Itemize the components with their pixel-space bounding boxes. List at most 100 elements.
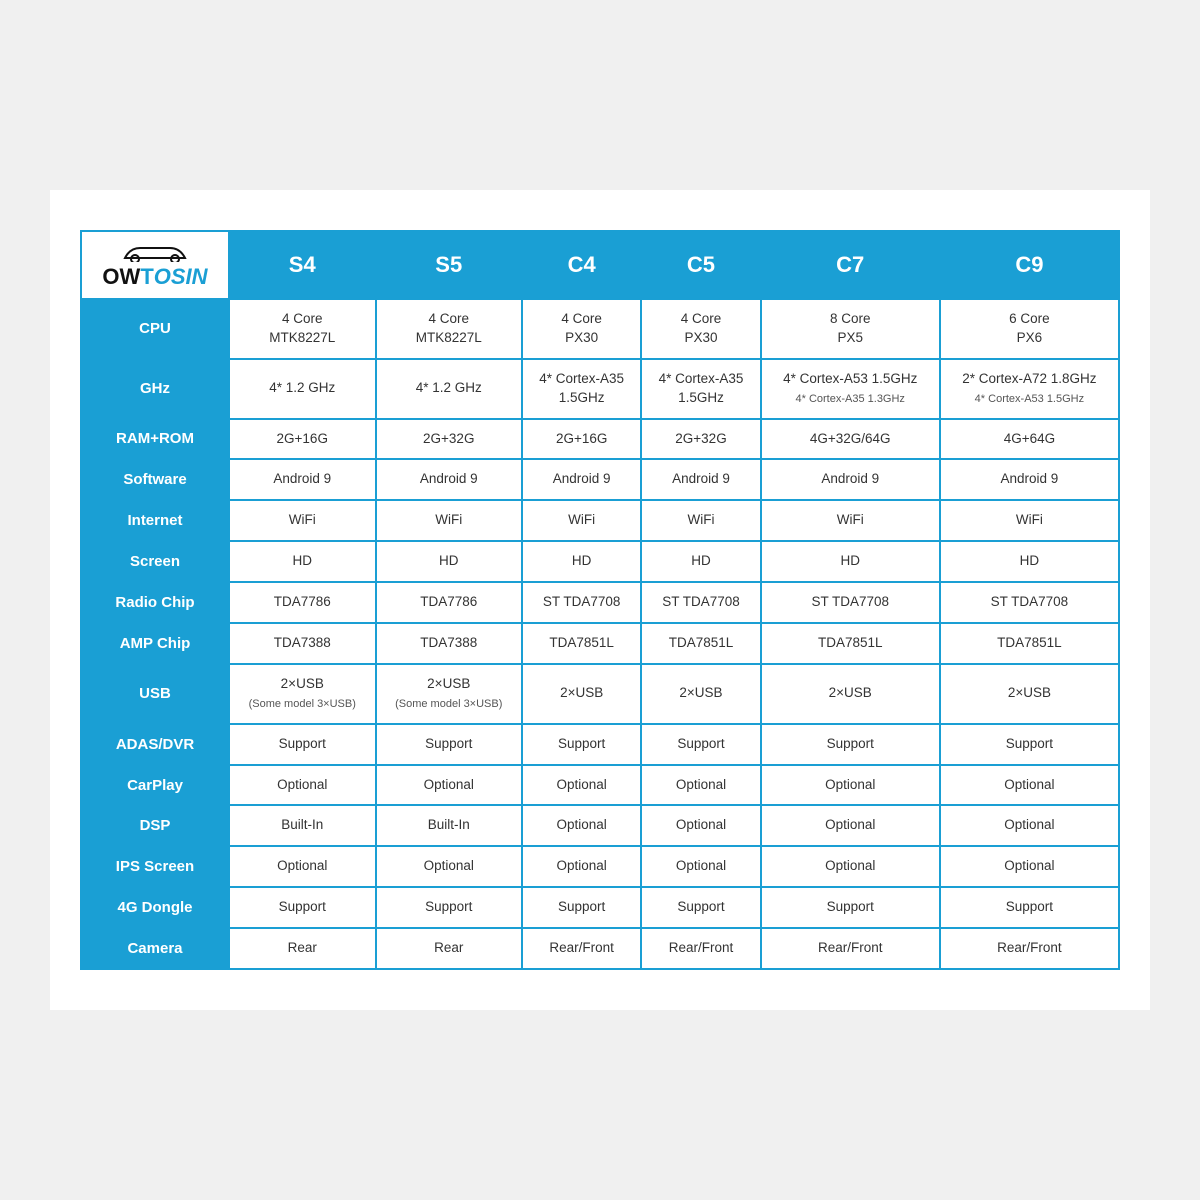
cell-13-1: Support — [376, 887, 523, 928]
cell-3-3: Android 9 — [641, 459, 760, 500]
table-row: Radio ChipTDA7786TDA7786ST TDA7708ST TDA… — [81, 582, 1119, 623]
table-row: GHz4* 1.2 GHz4* 1.2 GHz4* Cortex-A351.5G… — [81, 359, 1119, 419]
cell-3-2: Android 9 — [522, 459, 641, 500]
logo-cell: OWTOSIN — [81, 231, 229, 299]
cell-1-0: 4* 1.2 GHz — [229, 359, 376, 419]
cell-9-4: Support — [761, 724, 940, 765]
cell-3-4: Android 9 — [761, 459, 940, 500]
cell-14-4: Rear/Front — [761, 928, 940, 969]
cell-5-4: HD — [761, 541, 940, 582]
table-row: IPS ScreenOptionalOptionalOptionalOption… — [81, 846, 1119, 887]
cell-8-1: 2×USB(Some model 3×USB) — [376, 664, 523, 724]
row-label-4g-dongle: 4G Dongle — [81, 887, 229, 928]
cell-2-4: 4G+32G/64G — [761, 419, 940, 460]
cell-11-1: Built-In — [376, 805, 523, 846]
cell-0-5: 6 CorePX6 — [940, 299, 1119, 359]
logo-ow: OW — [102, 264, 140, 289]
cell-14-0: Rear — [229, 928, 376, 969]
cell-0-4: 8 CorePX5 — [761, 299, 940, 359]
logo-text: OWTOSIN — [102, 264, 207, 290]
cell-6-5: ST TDA7708 — [940, 582, 1119, 623]
cell-9-2: Support — [522, 724, 641, 765]
cell-11-4: Optional — [761, 805, 940, 846]
row-label-internet: Internet — [81, 500, 229, 541]
cell-0-3: 4 CorePX30 — [641, 299, 760, 359]
col-header-s4: S4 — [229, 231, 376, 299]
cell-7-4: TDA7851L — [761, 623, 940, 664]
cell-10-4: Optional — [761, 765, 940, 806]
logo-t: T — [140, 264, 153, 289]
cell-4-5: WiFi — [940, 500, 1119, 541]
cell-12-1: Optional — [376, 846, 523, 887]
cell-3-0: Android 9 — [229, 459, 376, 500]
cell-1-4: 4* Cortex-A53 1.5GHz4* Cortex-A35 1.3GHz — [761, 359, 940, 419]
cell-10-0: Optional — [229, 765, 376, 806]
cell-10-2: Optional — [522, 765, 641, 806]
cell-7-0: TDA7388 — [229, 623, 376, 664]
cell-10-1: Optional — [376, 765, 523, 806]
cell-14-3: Rear/Front — [641, 928, 760, 969]
cell-1-5: 2* Cortex-A72 1.8GHz4* Cortex-A53 1.5GHz — [940, 359, 1119, 419]
cell-2-0: 2G+16G — [229, 419, 376, 460]
cell-8-2: 2×USB — [522, 664, 641, 724]
cell-7-3: TDA7851L — [641, 623, 760, 664]
header-row: OWTOSIN S4 S5 C4 C5 C7 C9 — [81, 231, 1119, 299]
cell-5-1: HD — [376, 541, 523, 582]
cell-8-4: 2×USB — [761, 664, 940, 724]
col-header-c5: C5 — [641, 231, 760, 299]
cell-8-0: 2×USB(Some model 3×USB) — [229, 664, 376, 724]
cell-1-1: 4* 1.2 GHz — [376, 359, 523, 419]
cell-13-3: Support — [641, 887, 760, 928]
row-label-screen: Screen — [81, 541, 229, 582]
table-row: DSPBuilt-InBuilt-InOptionalOptionalOptio… — [81, 805, 1119, 846]
cell-5-0: HD — [229, 541, 376, 582]
cell-11-5: Optional — [940, 805, 1119, 846]
cell-12-0: Optional — [229, 846, 376, 887]
row-label-ips-screen: IPS Screen — [81, 846, 229, 887]
col-header-c4: C4 — [522, 231, 641, 299]
cell-7-1: TDA7388 — [376, 623, 523, 664]
table-row: ScreenHDHDHDHDHDHD — [81, 541, 1119, 582]
cell-3-1: Android 9 — [376, 459, 523, 500]
cell-10-3: Optional — [641, 765, 760, 806]
cell-5-5: HD — [940, 541, 1119, 582]
row-label-ghz: GHz — [81, 359, 229, 419]
cell-6-1: TDA7786 — [376, 582, 523, 623]
car-logo-icon — [115, 240, 195, 262]
logo-osin: OSIN — [154, 264, 208, 289]
table-row: CPU4 CoreMTK8227L4 CoreMTK8227L4 CorePX3… — [81, 299, 1119, 359]
cell-2-5: 4G+64G — [940, 419, 1119, 460]
cell-9-1: Support — [376, 724, 523, 765]
table-row: CameraRearRearRear/FrontRear/FrontRear/F… — [81, 928, 1119, 969]
cell-4-3: WiFi — [641, 500, 760, 541]
cell-8-3: 2×USB — [641, 664, 760, 724]
cell-4-1: WiFi — [376, 500, 523, 541]
col-header-c9: C9 — [940, 231, 1119, 299]
cell-12-2: Optional — [522, 846, 641, 887]
cell-0-2: 4 CorePX30 — [522, 299, 641, 359]
cell-9-5: Support — [940, 724, 1119, 765]
table-body: CPU4 CoreMTK8227L4 CoreMTK8227L4 CorePX3… — [81, 299, 1119, 969]
col-header-c7: C7 — [761, 231, 940, 299]
cell-7-5: TDA7851L — [940, 623, 1119, 664]
cell-13-0: Support — [229, 887, 376, 928]
cell-2-3: 2G+32G — [641, 419, 760, 460]
cell-9-3: Support — [641, 724, 760, 765]
row-label-camera: Camera — [81, 928, 229, 969]
row-label-carplay: CarPlay — [81, 765, 229, 806]
table-row: 4G DongleSupportSupportSupportSupportSup… — [81, 887, 1119, 928]
cell-4-0: WiFi — [229, 500, 376, 541]
row-label-usb: USB — [81, 664, 229, 724]
cell-12-4: Optional — [761, 846, 940, 887]
cell-1-2: 4* Cortex-A351.5GHz — [522, 359, 641, 419]
cell-10-5: Optional — [940, 765, 1119, 806]
row-label-amp-chip: AMP Chip — [81, 623, 229, 664]
cell-1-3: 4* Cortex-A351.5GHz — [641, 359, 760, 419]
cell-13-2: Support — [522, 887, 641, 928]
cell-5-3: HD — [641, 541, 760, 582]
cell-2-2: 2G+16G — [522, 419, 641, 460]
table-row: InternetWiFiWiFiWiFiWiFiWiFiWiFi — [81, 500, 1119, 541]
row-label-adas-dvr: ADAS/DVR — [81, 724, 229, 765]
cell-11-2: Optional — [522, 805, 641, 846]
cell-3-5: Android 9 — [940, 459, 1119, 500]
